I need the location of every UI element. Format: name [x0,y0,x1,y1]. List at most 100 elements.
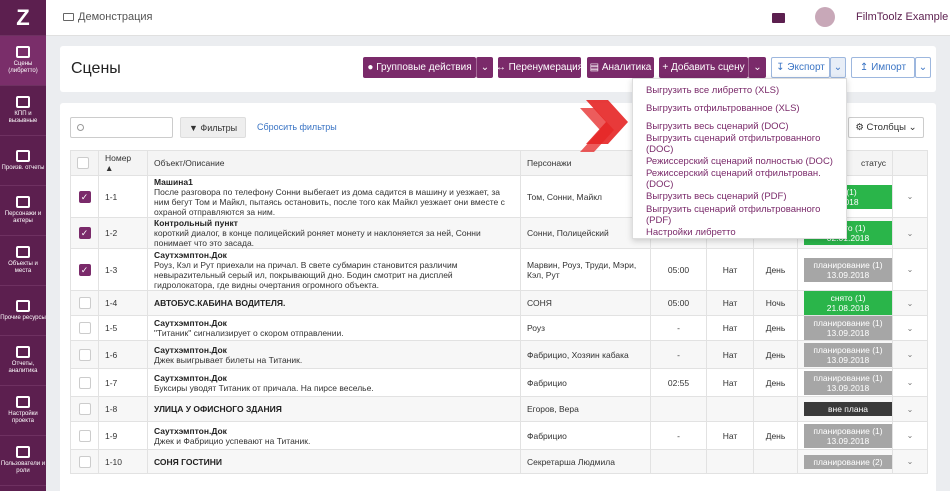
user-name[interactable]: FilmToolz Example [856,11,948,23]
filter-icon: ▼ [188,122,201,133]
chevron-down-icon[interactable]: ⌄ [907,378,914,387]
scene-description: После разговора по телефону Сонни выбега… [154,186,505,217]
table-row[interactable]: 1-8 УЛИЦА У ОФИСНОГО ЗДАНИЯ Егоров, Вера вн… [70,396,928,422]
chevron-down-icon[interactable]: ⌄ [907,229,914,238]
group-actions-button[interactable]: ● Групповые действия [363,57,476,78]
chevron-down-icon[interactable]: ⌄ [907,405,914,414]
status-badge[interactable]: планирование (2) [804,454,892,469]
chevron-down-icon[interactable]: ⌄ [907,457,914,466]
renumber-button[interactable]: ↔ Перенумерация [496,57,583,78]
sidebar-item[interactable]: Сцены (либретто) [0,36,46,86]
export-menu-item[interactable]: Выгрузить все либретто (XLS) [633,82,846,100]
row-checkbox[interactable] [78,403,91,415]
mail-icon[interactable] [772,13,785,23]
chevron-down-icon[interactable]: ⌄ [907,299,914,308]
row-checkbox[interactable]: ✓ [78,263,91,276]
row-checkbox[interactable] [78,297,91,309]
table-row[interactable]: 1-7 Саутхэмптон.Док Буксиры уводят Титаник… [70,368,928,397]
table-row[interactable]: ✓ 1-3 Саутхэмптон.Док Роуз, Кэл и Рут приех… [70,248,928,291]
table-row[interactable]: 1-9 Саутхэмптон.Док Джек и Фабрицио успева… [70,421,928,450]
chevron-down-icon: ⌄ [833,62,843,73]
app-logo[interactable]: Z [0,0,46,36]
col-object[interactable]: Объект/Описание [147,150,521,176]
status-badge[interactable]: снято (1) 21.08.2018 [804,291,892,315]
row-checkbox[interactable] [78,429,91,442]
row-select-cell: ✓ [70,248,99,291]
sidebar-item-label: КПП и вызывные [8,111,38,124]
breadcrumb[interactable]: Демонстрация [63,11,153,23]
export-menu-item[interactable]: Выгрузить сценарий отфильтрованного (PDF… [633,204,846,226]
row-checkbox[interactable]: ✓ [78,227,91,239]
status-badge[interactable]: планирование (1) 13.09.2018 [804,370,892,395]
table-row[interactable]: 1-4 АВТОБУС.КАБИНА ВОДИТЕЛЯ. СОНЯ 05:00 Нат Н… [70,290,928,316]
row-select-cell [70,340,99,369]
export-menu-item[interactable]: Режиссерский сценарий отфильтрован. (DOC… [633,168,846,190]
select-all[interactable] [70,150,99,176]
table-row[interactable]: 1-6 Саутхэмптон.Док Джек выигрывает билеты… [70,340,928,369]
table-row[interactable]: 1-10 СОНЯ ГОСТИНИ Секретарша Людмила планир… [70,449,928,474]
page-title: Сцены [71,60,121,77]
scene-place [706,449,754,474]
filters-button[interactable]: ▼ Фильтры [180,117,246,138]
scene-number: 1-10 [98,449,148,474]
select-all-checkbox[interactable] [77,157,89,169]
row-expand-cell: ⌄ [892,368,928,397]
sidebar-item[interactable]: Персонажи и актеры [0,186,46,236]
row-checkbox[interactable]: ✓ [78,190,91,203]
status-badge[interactable]: планирование (1) 13.09.2018 [804,316,892,340]
scene-status-cell: планирование (1) 13.09.2018 [797,248,893,291]
export-menu-item[interactable]: Выгрузить отфильтрованное (XLS) [633,100,846,118]
scene-title: Саутхэмптон.Док [154,318,227,328]
chevron-down-icon[interactable]: ⌄ [907,265,914,274]
export-button[interactable]: ↧ Экспорт [771,57,830,78]
export-menu-item[interactable]: Выгрузить сценарий отфильтрованного (DOC… [633,133,846,155]
add-scene-dropdown[interactable]: ⌄ [748,57,766,78]
export-menu-item[interactable]: Настройки либретто [633,224,846,242]
scene-title: Контрольный пункт [154,218,238,228]
sidebar-item[interactable]: Прочие ресурсы [0,286,46,336]
sidebar-item[interactable]: КПП и вызывные [0,86,46,136]
status-badge[interactable]: планирование (1) 13.09.2018 [804,423,892,448]
sidebar-item[interactable]: Отчеты, аналитика [0,336,46,386]
reset-filters-link[interactable]: Сбросить фильтры [257,122,337,132]
chevron-down-icon: ⌄ [905,122,917,133]
search-input[interactable] [70,117,173,138]
chevron-down-icon[interactable]: ⌄ [907,324,914,333]
sidebar-item[interactable]: Пользователи и роли [0,436,46,486]
sidebar-item[interactable]: Объекты и места [0,236,46,286]
scene-time: День [753,368,798,397]
scene-description: "Титаник" сигнализирует о скором отправл… [154,328,344,338]
scene-title: Саутхэмптон.Док [154,372,227,383]
status-badge[interactable]: планирование (1) 13.09.2018 [804,257,892,282]
sidebar-item[interactable]: Настройки проекта [0,386,46,436]
group-actions-dropdown[interactable]: ⌄ [476,57,493,78]
row-select-cell [70,396,99,422]
scene-number: 1-4 [98,290,148,316]
avatar[interactable] [815,7,835,27]
import-dropdown[interactable]: ⌄ [915,57,931,78]
scene-object-cell: Саутхэмптон.Док Буксиры уводят Титаник от… [147,368,521,397]
row-checkbox[interactable] [78,376,91,389]
row-checkbox[interactable] [78,455,91,468]
chevron-down-icon[interactable]: ⌄ [907,350,914,359]
sidebar-item[interactable]: Произв. отчеты [0,136,46,186]
columns-button[interactable]: ⚙ Столбцы ⌄ [848,117,924,138]
scene-characters: Сонни, Полицейский [520,217,651,249]
export-dropdown[interactable]: ⌄ [830,57,846,78]
table-row[interactable]: 1-5 Саутхэмптон.Док "Титаник" сигнализируе… [70,315,928,341]
row-checkbox[interactable] [78,322,91,334]
scene-status-cell: планирование (1) 13.09.2018 [797,368,893,397]
chevron-down-icon[interactable]: ⌄ [907,431,914,440]
status-badge[interactable]: вне плана [804,402,892,416]
scene-description: Буксиры уводят Титаник от причала. На пи… [154,382,374,393]
row-checkbox[interactable] [78,348,91,361]
row-expand-cell: ⌄ [892,248,928,291]
status-badge[interactable]: планирование (1) 13.09.2018 [804,342,892,367]
add-scene-button[interactable]: + Добавить сцену [659,57,748,78]
sidebar-item-label: Персонажи и актеры [4,211,42,224]
col-number[interactable]: Номер ▲ [98,150,148,176]
scene-title: АВТОБУС.КАБИНА ВОДИТЕЛЯ. [154,298,286,308]
import-button[interactable]: ↥ Импорт [851,57,915,78]
chevron-down-icon[interactable]: ⌄ [907,192,914,201]
analytics-button[interactable]: ▤ Аналитика [587,57,654,78]
